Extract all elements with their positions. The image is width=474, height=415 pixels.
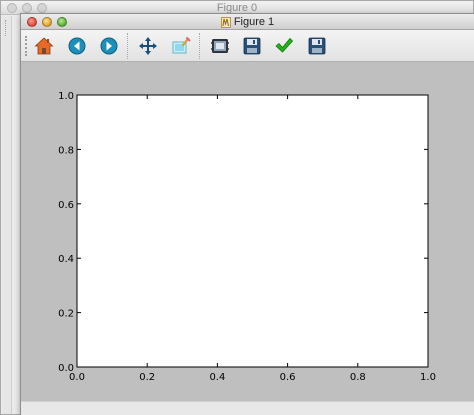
back-button[interactable] bbox=[66, 35, 88, 57]
navigation-toolbar bbox=[21, 30, 474, 62]
y-tick-label: 1.0 bbox=[58, 91, 74, 102]
y-tick-label: 0.6 bbox=[58, 200, 74, 211]
x-tick-label: 1.0 bbox=[420, 372, 436, 383]
toolbar-grip[interactable] bbox=[25, 36, 29, 56]
home-button[interactable] bbox=[33, 35, 55, 57]
axes-frame[interactable] bbox=[76, 94, 429, 368]
save-as-icon bbox=[308, 37, 326, 55]
status-bar bbox=[21, 401, 474, 415]
plot-area[interactable]: 0.0 0.2 0.4 0.6 0.8 1.0 0.00.20.40.60.81.0 bbox=[21, 63, 474, 401]
y-tick-label: 0.2 bbox=[58, 309, 74, 320]
zoom-button[interactable] bbox=[170, 35, 192, 57]
y-tick-label: 0.8 bbox=[58, 145, 74, 156]
checkmark-icon bbox=[275, 37, 294, 53]
save-icon bbox=[243, 37, 261, 55]
forward-arrow-icon bbox=[100, 37, 118, 55]
pan-button[interactable] bbox=[137, 35, 159, 57]
forward-button[interactable] bbox=[98, 35, 120, 57]
pan-move-icon bbox=[139, 37, 157, 55]
x-tick-label: 0.4 bbox=[209, 372, 225, 383]
figure-canvas[interactable]: 0.0 0.2 0.4 0.6 0.8 1.0 0.0 0.2 0.4 0.6 0.8 1.0 bbox=[21, 63, 474, 401]
subplots-button[interactable] bbox=[209, 35, 231, 57]
edit-parameters-button[interactable] bbox=[273, 35, 295, 57]
desktop: Figure 0 Figure 1 0.0 0.2 0.4 0.6 0.8 1.… bbox=[0, 0, 474, 415]
save-as-button[interactable] bbox=[306, 35, 328, 57]
x-tick-label: 0.8 bbox=[350, 372, 366, 383]
zoom-rect-icon bbox=[172, 37, 191, 54]
window-title: Figure 1 bbox=[21, 14, 474, 30]
home-icon bbox=[34, 37, 54, 55]
figure-0-toolbar-grip bbox=[5, 20, 9, 36]
figure-1-window[interactable]: Figure 1 0.0 0.2 0.4 0.6 0.8 1.0 0.0 0.2… bbox=[20, 13, 474, 415]
save-button[interactable] bbox=[241, 35, 263, 57]
toolbar-separator bbox=[199, 33, 200, 59]
toolbar-separator bbox=[127, 33, 128, 59]
figure-1-titlebar[interactable]: Figure 1 bbox=[21, 14, 474, 30]
window-title-text: Figure 1 bbox=[233, 16, 275, 28]
subplots-icon bbox=[211, 39, 229, 53]
x-tick-label: 0.2 bbox=[139, 372, 155, 383]
figure-0-toolbar-edge bbox=[2, 16, 12, 414]
matplotlib-app-icon bbox=[220, 16, 231, 28]
back-arrow-icon bbox=[68, 37, 86, 55]
y-tick-label: 0.0 bbox=[58, 363, 74, 374]
y-tick-label: 0.4 bbox=[58, 254, 74, 265]
x-tick-label: 0.6 bbox=[280, 372, 296, 383]
